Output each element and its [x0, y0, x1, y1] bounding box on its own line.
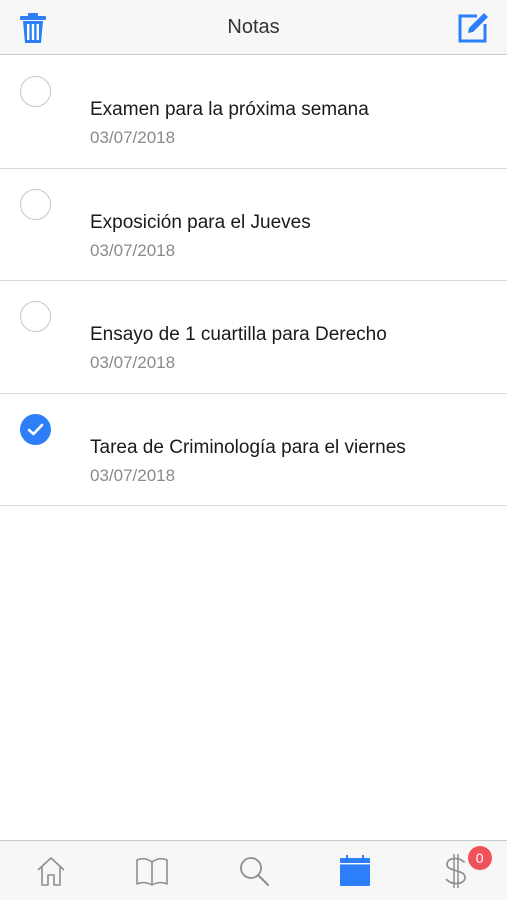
notification-badge: 0 [467, 846, 492, 870]
tab-calendar[interactable] [304, 841, 405, 900]
compose-icon [458, 13, 488, 43]
tab-bar: 0 [0, 840, 507, 900]
compose-button[interactable] [455, 10, 491, 46]
note-title: Exposición para el Jueves [90, 211, 311, 233]
note-date: 03/07/2018 [90, 240, 176, 260]
search-icon [239, 856, 269, 886]
checkmark-icon [27, 423, 44, 435]
note-title: Ensayo de 1 cuartilla para Derecho [90, 324, 387, 345]
list-item[interactable]: Examen para la próxima semana 03/07/2018 [0, 56, 507, 169]
book-icon [136, 857, 168, 886]
note-title: Examen para la próxima semana [90, 99, 369, 120]
tab-payments[interactable]: 0 [406, 841, 507, 900]
note-date: 03/07/2018 [90, 353, 176, 372]
list-item[interactable]: Tarea de Criminología para el viernes 03… [0, 394, 507, 506]
tab-search[interactable] [203, 841, 304, 900]
note-date: 03/07/2018 [90, 465, 176, 485]
checkbox[interactable] [20, 188, 51, 220]
navigation-bar: Notas [0, 0, 507, 55]
checkbox[interactable] [20, 301, 51, 332]
list-item[interactable]: Ensayo de 1 cuartilla para Derecho 03/07… [0, 281, 507, 394]
notes-list: Examen para la próxima semana 03/07/2018… [0, 56, 507, 506]
note-date: 03/07/2018 [90, 128, 176, 147]
home-icon [37, 856, 65, 886]
tab-book[interactable] [101, 841, 202, 900]
checkbox[interactable] [20, 76, 51, 107]
tab-home[interactable] [0, 841, 101, 900]
calendar-icon [339, 854, 370, 886]
checkbox-checked[interactable] [20, 413, 51, 445]
note-title: Tarea de Criminología para el viernes [90, 436, 406, 458]
list-item[interactable]: Exposición para el Jueves 03/07/2018 [0, 169, 507, 281]
page-title: Notas [227, 16, 280, 38]
